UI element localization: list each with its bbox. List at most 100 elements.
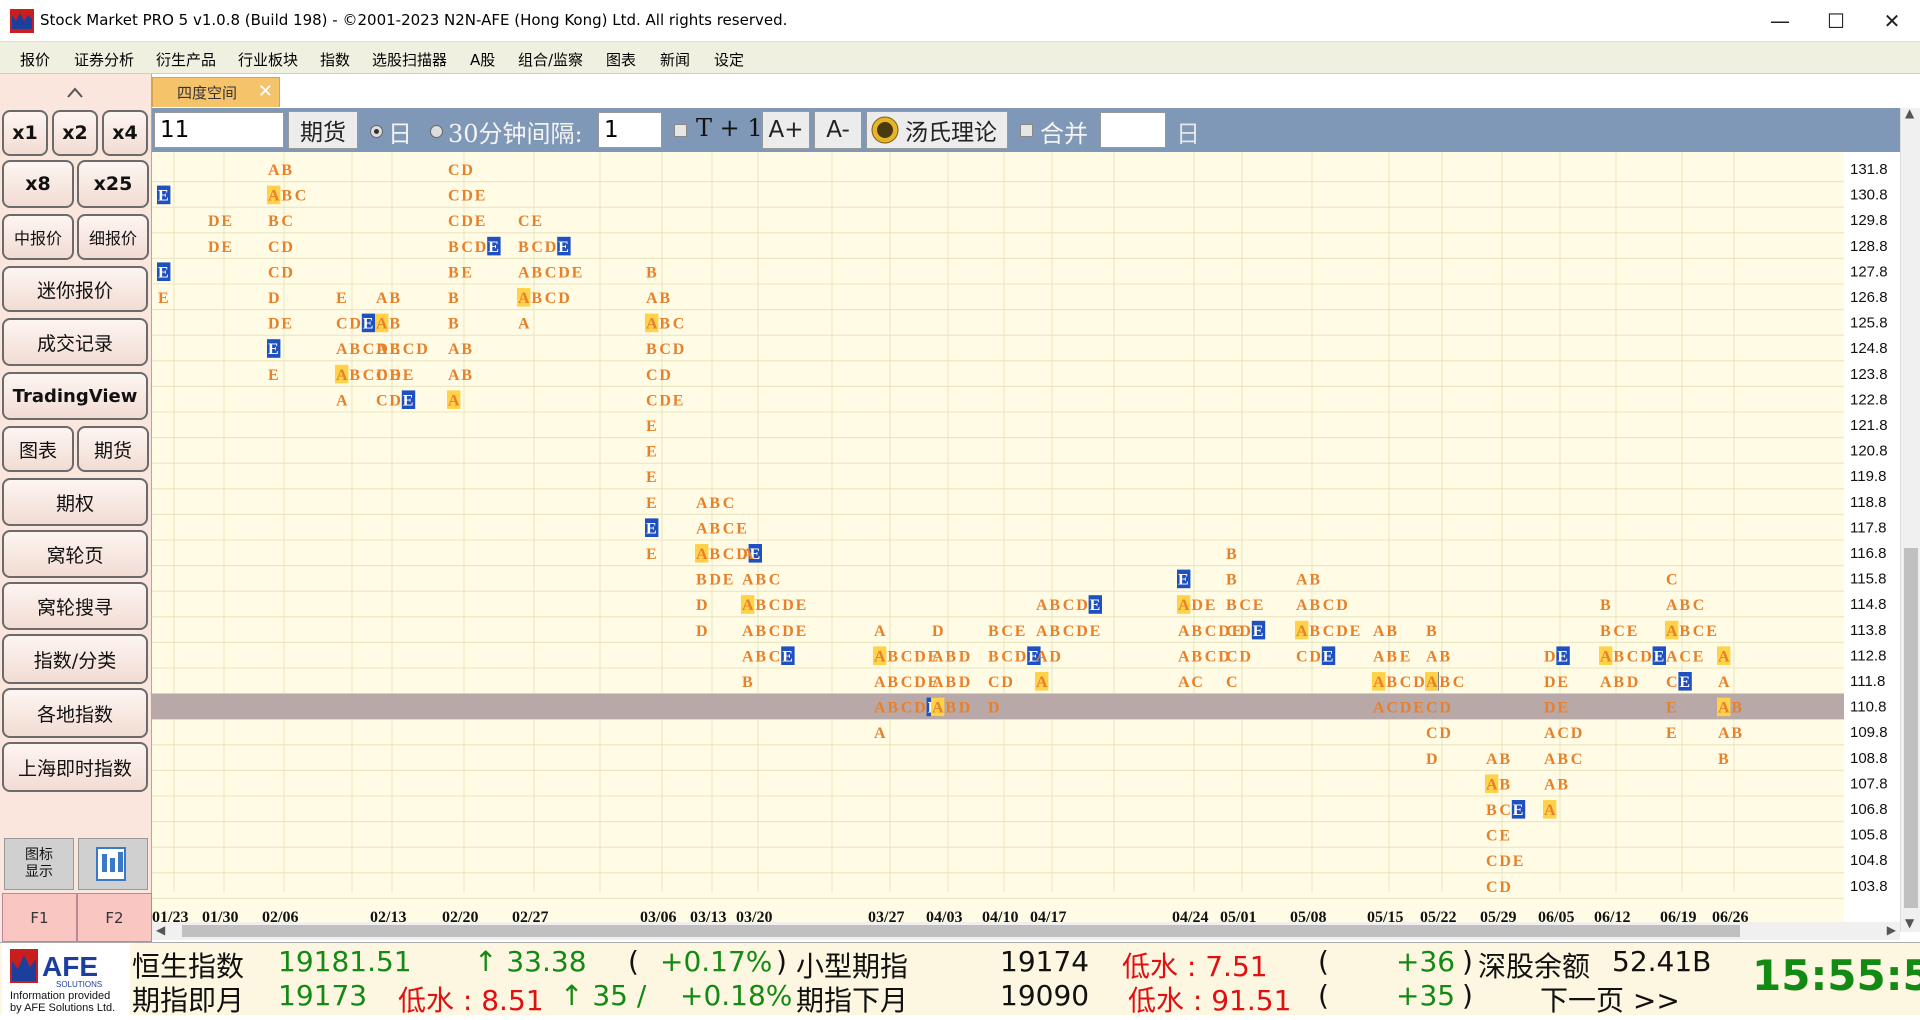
zoom-x25-button[interactable]: x25	[77, 160, 149, 208]
icon-display-toggle[interactable]: 图标 显示	[4, 838, 74, 890]
trade-log-button[interactable]: 成交记录	[2, 318, 148, 366]
tpo-letter: D	[1544, 648, 1556, 665]
menu-quote[interactable]: 报价	[20, 49, 50, 70]
interval-input[interactable]: 1	[598, 112, 662, 148]
horizontal-scroll-thumb[interactable]	[182, 925, 1740, 937]
tpo-letter: A	[336, 341, 348, 358]
theory-button[interactable]: 汤氏理论	[866, 111, 1008, 149]
tpo-letter: C	[1400, 674, 1412, 691]
tpo-letter: E	[646, 418, 657, 435]
menu-securities-analysis[interactable]: 证券分析	[74, 49, 134, 70]
logo-info-2: by AFE Solutions Ltd.	[10, 1002, 115, 1014]
tpo-letter: A	[1666, 648, 1678, 665]
tpo-letter: C	[1557, 725, 1569, 742]
shanghai-index-button[interactable]: 上海即时指数	[2, 742, 148, 792]
chevron-up-icon[interactable]	[66, 84, 84, 102]
menu-portfolio-monitor[interactable]: 组合/监察	[518, 49, 583, 70]
font-decrease-button[interactable]: A-	[814, 111, 862, 149]
tpo-letter: D	[1015, 648, 1027, 665]
index-category-button[interactable]: 指数/分类	[2, 634, 148, 684]
chart-button[interactable]: 图表	[2, 426, 74, 472]
tpo-letter: E	[646, 495, 657, 512]
regional-index-button[interactable]: 各地指数	[2, 688, 148, 738]
menu-settings[interactable]: 设定	[714, 49, 744, 70]
tpo-letter: E	[1666, 725, 1677, 742]
warrants-search-button[interactable]: 窝轮搜寻	[2, 582, 148, 630]
tpo-letter: B	[646, 341, 657, 358]
hsi-pct-open: (	[628, 945, 639, 978]
next-page-link[interactable]: 下一页 >>	[1540, 979, 1680, 1019]
tpo-letter: B	[531, 264, 542, 281]
hsif-next-paren-close: )	[1462, 979, 1473, 1012]
merge-checkbox[interactable]	[1020, 124, 1033, 137]
tpo-letter: B	[389, 316, 400, 333]
zoom-x2-button[interactable]: x2	[52, 110, 98, 156]
tpo-letter: D	[1001, 674, 1013, 691]
tpo-letter: B	[709, 495, 720, 512]
tpo-letter: B	[1679, 623, 1690, 640]
f2-button[interactable]: F2	[77, 893, 152, 942]
warrants-page-button[interactable]: 窝轮页	[2, 530, 148, 578]
tpo-letter: B	[1309, 597, 1320, 614]
merge-days-input[interactable]	[1100, 112, 1166, 148]
tpo-letter: B	[945, 648, 956, 665]
day-radio[interactable]	[370, 125, 383, 138]
scroll-down-icon[interactable]: ▼	[1905, 916, 1914, 930]
tpo-letter: B	[988, 648, 999, 665]
maximize-button[interactable]: ☐	[1808, 0, 1864, 42]
tpo-letter: B	[1226, 546, 1237, 563]
tpo-letter: A	[1178, 597, 1190, 614]
horizontal-scrollbar[interactable]: ◀ ▶	[152, 922, 1900, 940]
menu-sectors[interactable]: 行业板块	[238, 49, 298, 70]
tpo-letter: A	[1600, 674, 1612, 691]
tpo-letter: E	[1253, 597, 1264, 614]
tpo-letter: B	[1049, 623, 1060, 640]
t1-checkbox[interactable]	[674, 124, 687, 137]
tpo-letter: A	[1178, 648, 1190, 665]
tab-close-icon[interactable]: ✕	[258, 81, 273, 102]
menu-charts[interactable]: 图表	[606, 49, 636, 70]
document-icon	[96, 847, 126, 881]
layout-icon[interactable]	[78, 838, 148, 890]
vertical-scrollbar[interactable]: ▲ ▼	[1900, 106, 1920, 932]
menu-derivatives[interactable]: 衍生产品	[156, 49, 216, 70]
tpo-letter: B	[1386, 623, 1397, 640]
price-level-label: 115.8	[1850, 571, 1886, 588]
menu-stock-scanner[interactable]: 选股扫描器	[372, 49, 447, 70]
scroll-up-icon[interactable]: ▲	[1905, 106, 1914, 120]
options-button[interactable]: 期权	[2, 478, 148, 526]
tab-market-profile[interactable]: 四度空间 ✕	[152, 77, 280, 107]
symbol-input[interactable]: 11	[154, 112, 284, 148]
menu-a-shares[interactable]: A股	[470, 49, 495, 70]
tpo-letter: E	[1090, 623, 1101, 640]
interval-radio[interactable]	[430, 125, 443, 138]
detail-quote-button[interactable]: 细报价	[77, 214, 149, 260]
profile-chart-svg: 131.8 130.8 129.8 128.8 127.8 126.8 125.8 124.8…	[152, 152, 1900, 932]
zoom-x4-button[interactable]: x4	[102, 110, 148, 156]
vertical-scroll-thumb[interactable]	[1904, 548, 1918, 908]
tpo-letter: B	[1613, 648, 1624, 665]
f1-button[interactable]: F1	[2, 893, 77, 942]
zoom-x1-button[interactable]: x1	[2, 110, 48, 156]
medium-quote-button[interactable]: 中报价	[2, 214, 74, 260]
menu-index[interactable]: 指数	[320, 49, 350, 70]
mini-quote-button[interactable]: 迷你报价	[2, 266, 148, 312]
tpo-letter: A	[742, 597, 754, 614]
minimize-button[interactable]: —	[1752, 0, 1808, 42]
scroll-right-icon[interactable]: ▶	[1887, 923, 1896, 937]
font-increase-button[interactable]: A+	[762, 111, 810, 149]
tpo-letter: E	[1350, 623, 1361, 640]
tab-strip: 四度空间 ✕	[152, 74, 1920, 108]
tpo-letter: B	[1386, 674, 1397, 691]
futures-toggle-button[interactable]: 期货	[288, 111, 358, 149]
tpo-letter: C	[1486, 853, 1498, 870]
tpo-letter: C	[1666, 674, 1678, 691]
scroll-left-icon[interactable]: ◀	[156, 923, 165, 937]
price-level-label: 123.8	[1850, 366, 1888, 383]
menu-news[interactable]: 新闻	[660, 49, 690, 70]
tradingview-button[interactable]: TradingView	[2, 372, 148, 420]
close-button[interactable]: ✕	[1864, 0, 1920, 42]
futures-button[interactable]: 期货	[77, 426, 149, 472]
zoom-x8-button[interactable]: x8	[2, 160, 74, 208]
tpo-letter: D	[988, 700, 1000, 717]
